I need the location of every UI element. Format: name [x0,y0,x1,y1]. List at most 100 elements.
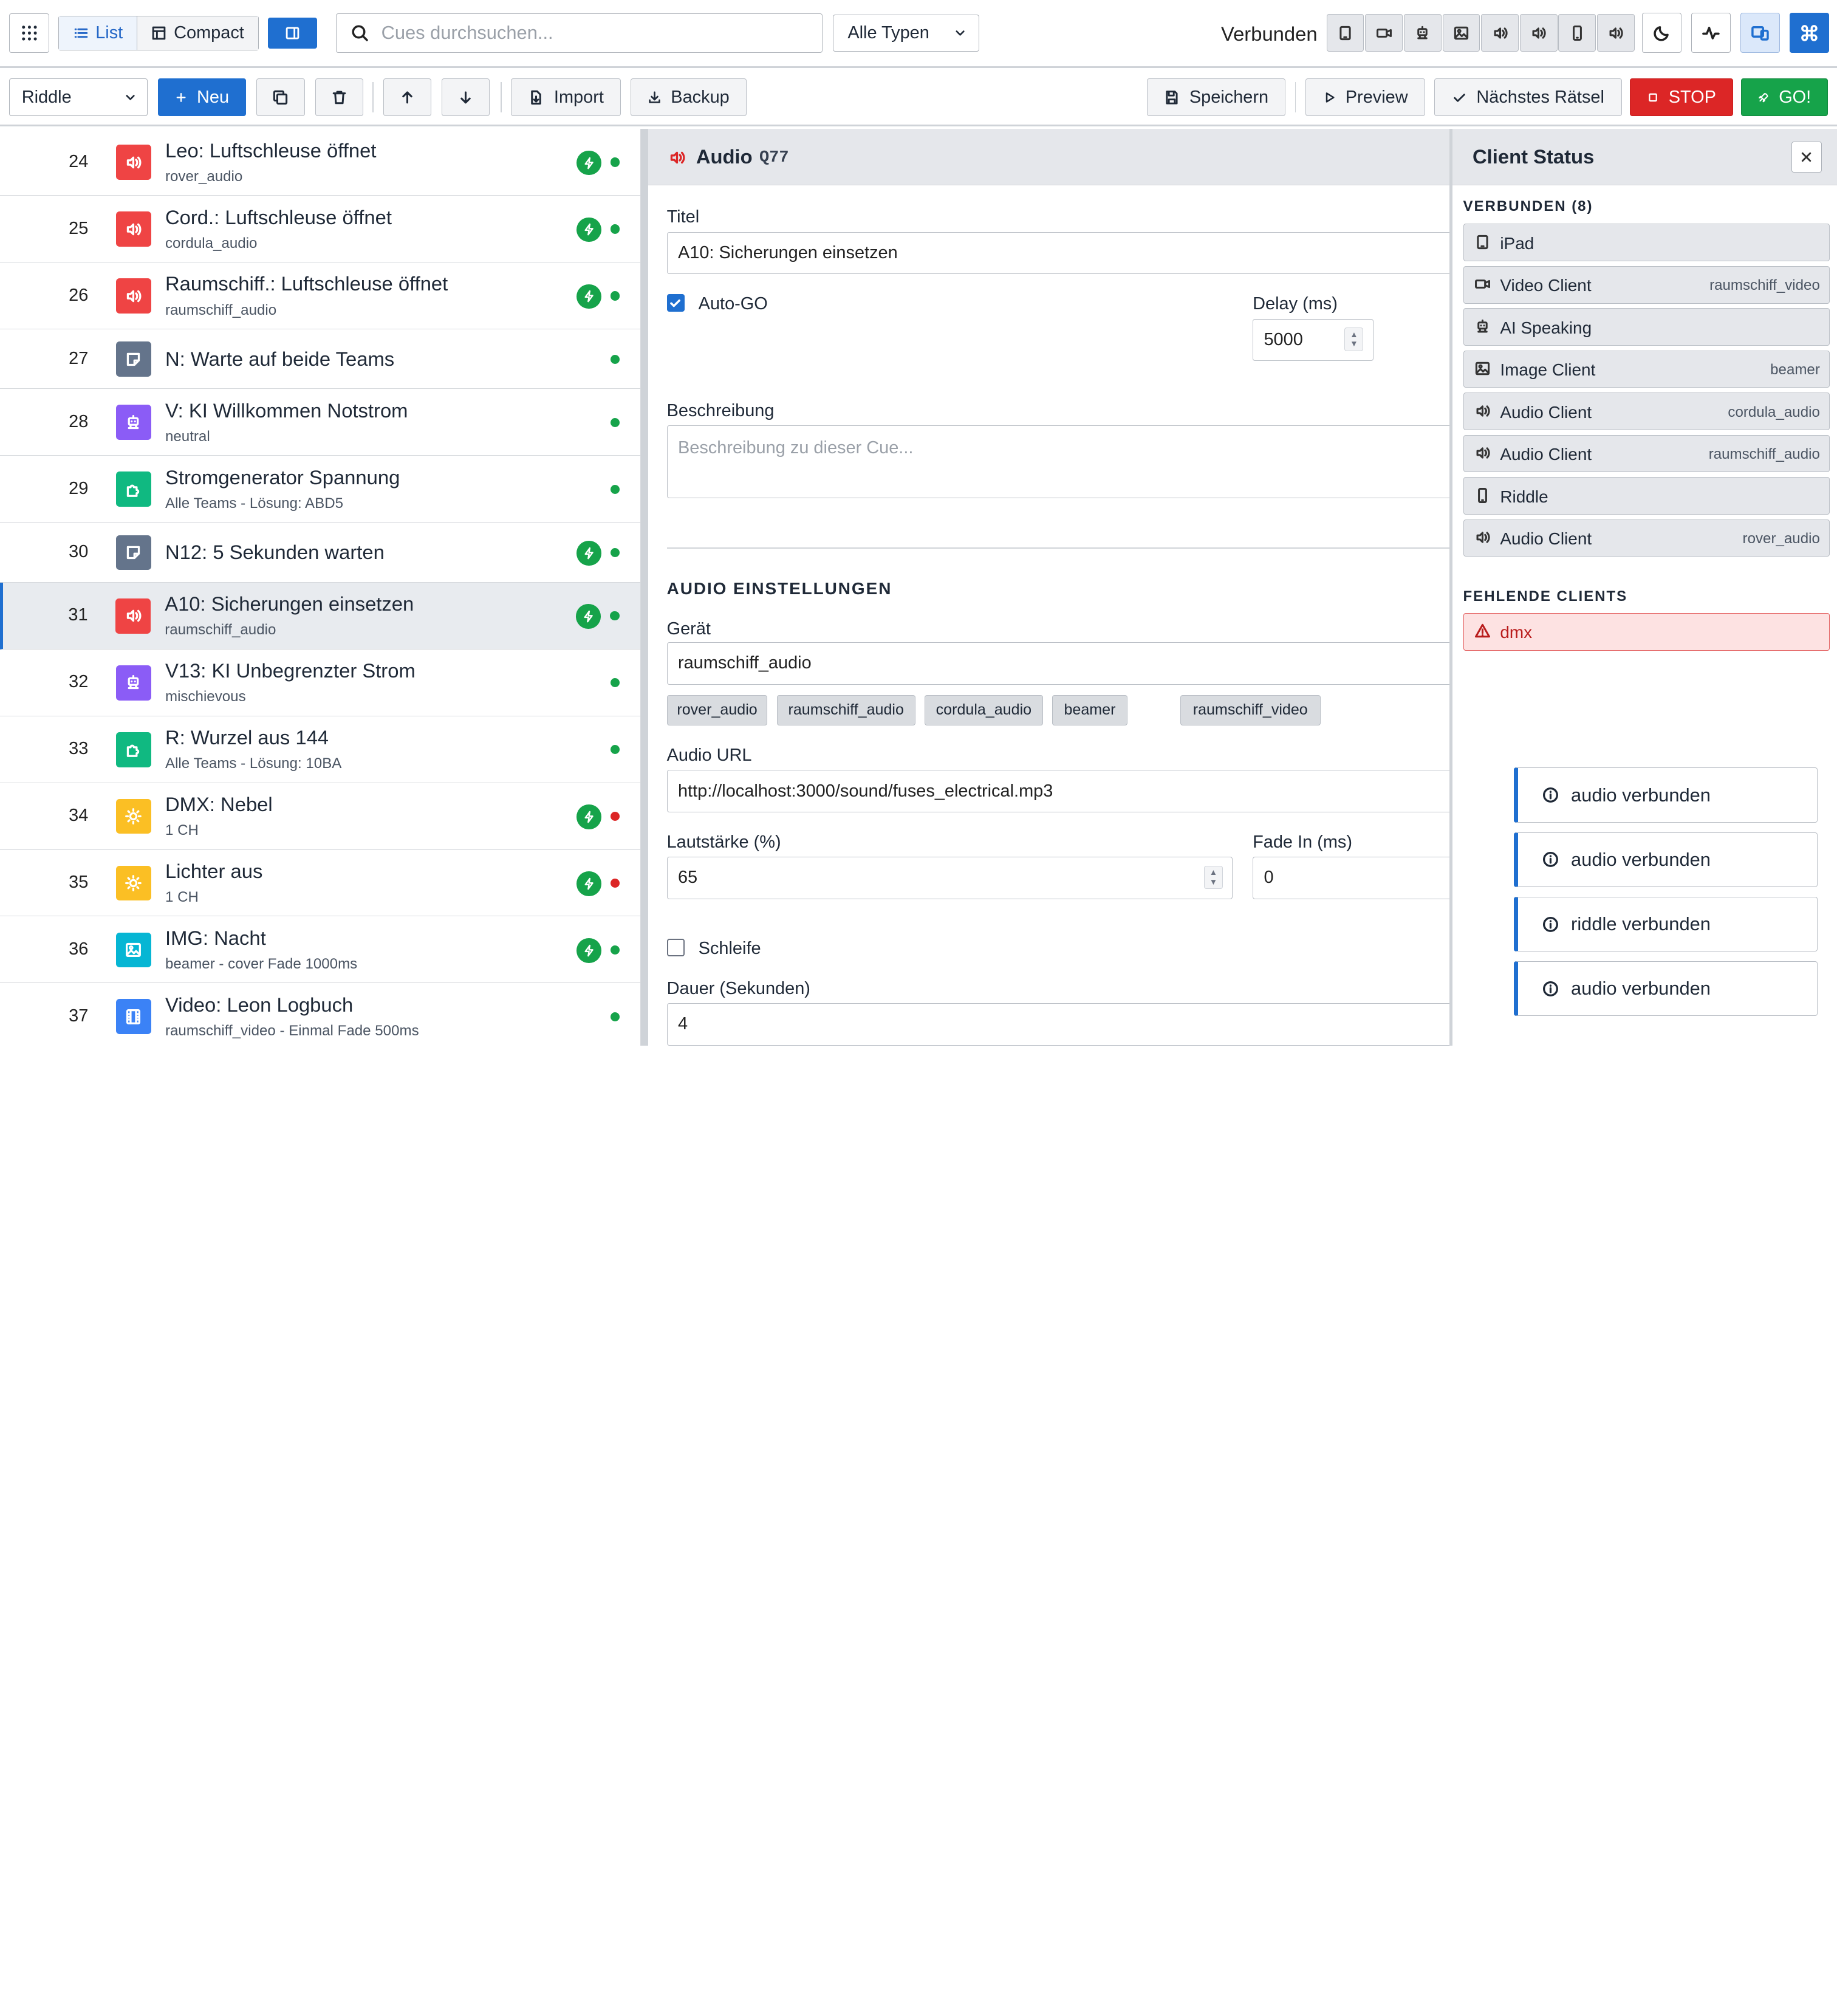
cue-type-badge [115,405,151,441]
backup-button[interactable]: Backup [630,78,747,116]
client-row[interactable]: Video Client raumschiff_video [1463,266,1830,304]
client-indicator[interactable] [1403,14,1442,52]
client-row[interactable]: Audio Client raumschiff_audio [1463,434,1830,473]
device-chip[interactable]: raumschiff_video [1180,694,1321,726]
cue-number: 27 [69,348,89,368]
delete-button[interactable] [315,78,363,116]
autogo-checkbox[interactable] [666,294,685,312]
fadein-input[interactable]: 0 [1253,857,1450,899]
client-row[interactable]: Audio Client cordula_audio [1463,393,1830,430]
go-button[interactable]: GO! [1741,78,1828,116]
cue-row[interactable]: 26 Raumschiff.: Luftschleuse öffnet raumsc… [0,262,641,330]
duration-input[interactable]: 4 [666,1003,1450,1046]
panel-toggle-button[interactable] [268,18,318,49]
device-chip[interactable]: beamer [1052,694,1127,726]
scene-select[interactable]: Riddle [9,78,148,116]
cue-title: A10: Sicherungen einsetzen [165,592,414,615]
cue-row[interactable]: 37 Video: Leon Logbuch raumschiff_video - … [0,983,641,1046]
client-indicator[interactable] [1519,14,1558,52]
cue-number: 29 [69,478,89,498]
cue-status-dot [611,811,620,821]
cue-type-badge [115,471,151,507]
search-input[interactable] [381,22,822,44]
toast-notification[interactable]: riddle verbunden [1514,896,1818,952]
stop-button[interactable]: STOP [1630,78,1733,116]
toast-notification[interactable]: audio verbunden [1514,961,1818,1017]
autogo-badge [576,217,601,242]
client-indicators [1326,14,1635,52]
client-indicator[interactable] [1481,14,1519,52]
device-chip[interactable]: raumschiff_audio [776,694,915,726]
puzzle-icon [127,744,140,758]
cue-title: Lichter aus [165,859,263,882]
description-textarea[interactable]: Beschreibung zu dieser Cue... [666,425,1450,498]
plus-icon [177,92,186,102]
view-compact-option[interactable]: Compact [137,16,258,50]
move-down-button[interactable] [442,78,490,116]
volume-input[interactable]: 65 ▲ ▼ [666,857,1233,899]
toast-notification[interactable]: audio verbunden [1514,832,1818,888]
next-riddle-button[interactable]: Nächstes Rätsel [1434,78,1622,116]
device-chip[interactable]: cordula_audio [924,694,1043,726]
client-row[interactable]: iPad [1463,224,1830,262]
cue-row[interactable]: 24 Leo: Luftschleuse öffnet rover_audio [0,129,641,196]
volume-stepper[interactable]: ▲ ▼ [1204,865,1223,890]
cue-row[interactable]: 28 V: KI Willkommen Notstrom neutral [0,389,641,456]
view-list-option[interactable]: List [59,16,138,50]
cue-row[interactable]: 29 Stromgenerator Spannung Alle Teams - Lö… [0,456,641,523]
client-indicator[interactable] [1597,14,1635,52]
delay-input[interactable]: 5000 ▲ ▼ [1253,318,1373,362]
cue-row[interactable]: 25 Cord.: Luftschleuse öffnet cordula_audi… [0,196,641,263]
audio-icon [1476,447,1490,459]
device-view-button[interactable] [1740,13,1781,53]
toast-notification[interactable]: audio verbunden [1514,767,1818,823]
save-button[interactable]: Speichern [1147,78,1286,116]
type-filter-select[interactable]: Alle Typen [833,14,980,52]
device-input[interactable]: raumschiff_audio [666,642,1450,685]
import-button[interactable]: Import [511,78,621,116]
cue-subtitle: raumschiff_video - Einmal Fade 500ms [165,1023,419,1040]
theme-toggle-button[interactable] [1641,13,1682,53]
missing-client[interactable]: dmx [1463,612,1830,651]
cue-row[interactable]: 34 DMX: Nebel 1 CH [0,783,641,850]
client-indicator[interactable] [1365,14,1403,52]
apps-grid-button[interactable] [9,13,49,53]
device-chip[interactable]: rover_audio [666,694,768,726]
preview-button[interactable]: Preview [1305,78,1425,116]
url-input[interactable]: http://localhost:3000/sound/fuses_electr… [666,770,1450,812]
save-label: Speichern [1189,87,1269,107]
cue-row[interactable]: 30 N12: 5 Sekunden warten [0,523,641,583]
delay-stepper[interactable]: ▲ ▼ [1344,327,1364,351]
cue-row[interactable]: 32 V13: KI Unbegrenzter Strom mischievous [0,649,641,716]
lightning-icon [584,877,594,890]
new-cue-button[interactable]: Neu [158,78,247,116]
status-header: Client Status [1452,129,1837,185]
client-indicator[interactable] [1558,14,1596,52]
client-row[interactable]: Image Client beamer [1463,350,1830,388]
move-up-button[interactable] [383,78,431,116]
cue-row[interactable]: 31 A10: Sicherungen einsetzen raumschiff_a… [0,582,641,650]
loop-checkbox[interactable] [666,939,685,957]
cue-row[interactable]: 36 IMG: Nacht beamer - cover Fade 1000ms [0,916,641,984]
autogo-label: Auto-GO [698,294,768,314]
duplicate-button[interactable] [256,78,305,116]
panel-resize-handle[interactable] [641,129,648,1046]
client-row[interactable]: Audio Client rover_audio [1463,519,1830,557]
cue-row[interactable]: 33 R: Wurzel aus 144 Alle Teams - Lösung: … [0,716,641,783]
cue-row[interactable]: 27 N: Warte auf beide Teams [0,329,641,389]
client-row[interactable]: AI Speaking [1463,308,1830,346]
client-indicator[interactable] [1442,14,1480,52]
activity-button[interactable] [1691,13,1731,53]
image-icon [126,942,142,957]
client-indicator[interactable] [1326,14,1364,52]
title-input[interactable]: A10: Sicherungen einsetzen [666,231,1450,275]
search-icon [352,25,369,41]
cue-number: 35 [69,873,89,893]
command-button[interactable] [1789,13,1830,53]
cue-title: DMX: Nebel [165,792,273,815]
cue-title: IMG: Nacht [165,926,266,949]
close-panel-button[interactable] [1791,142,1822,173]
cue-row[interactable]: 35 Lichter aus 1 CH [0,849,641,917]
client-row[interactable]: Riddle [1463,477,1830,515]
description-label: Beschreibung [666,400,775,420]
